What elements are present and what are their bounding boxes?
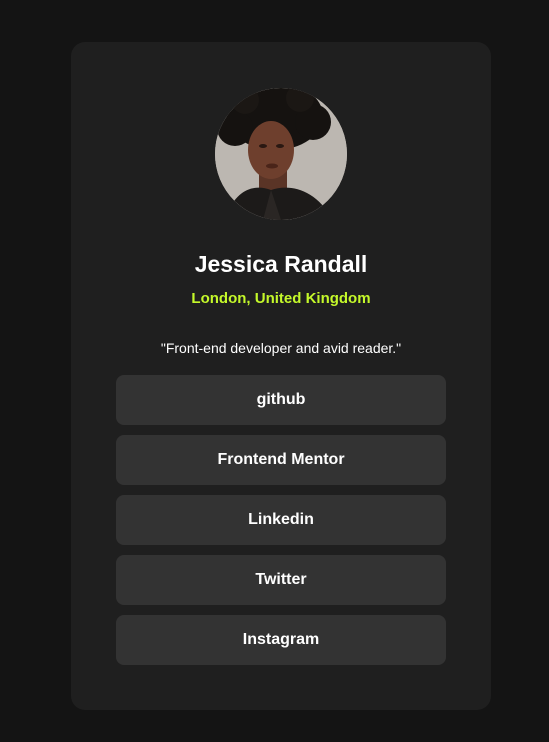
twitter-link-button[interactable]: Twitter	[116, 555, 446, 605]
profile-card: Jessica Randall London, United Kingdom "…	[71, 42, 491, 710]
profile-bio: "Front-end developer and avid reader."	[160, 340, 402, 356]
frontend-mentor-link-button[interactable]: Frontend Mentor	[116, 435, 446, 485]
social-links: github Frontend Mentor Linkedin Twitter …	[116, 375, 446, 675]
instagram-link-button[interactable]: Instagram	[116, 615, 446, 665]
linkedin-link-button[interactable]: Linkedin	[116, 495, 446, 545]
avatar-photo	[215, 88, 347, 220]
profile-name: Jessica Randall	[194, 251, 368, 277]
avatar	[215, 88, 347, 220]
profile-location: London, United Kingdom	[191, 290, 371, 307]
github-link-button[interactable]: github	[116, 375, 446, 425]
